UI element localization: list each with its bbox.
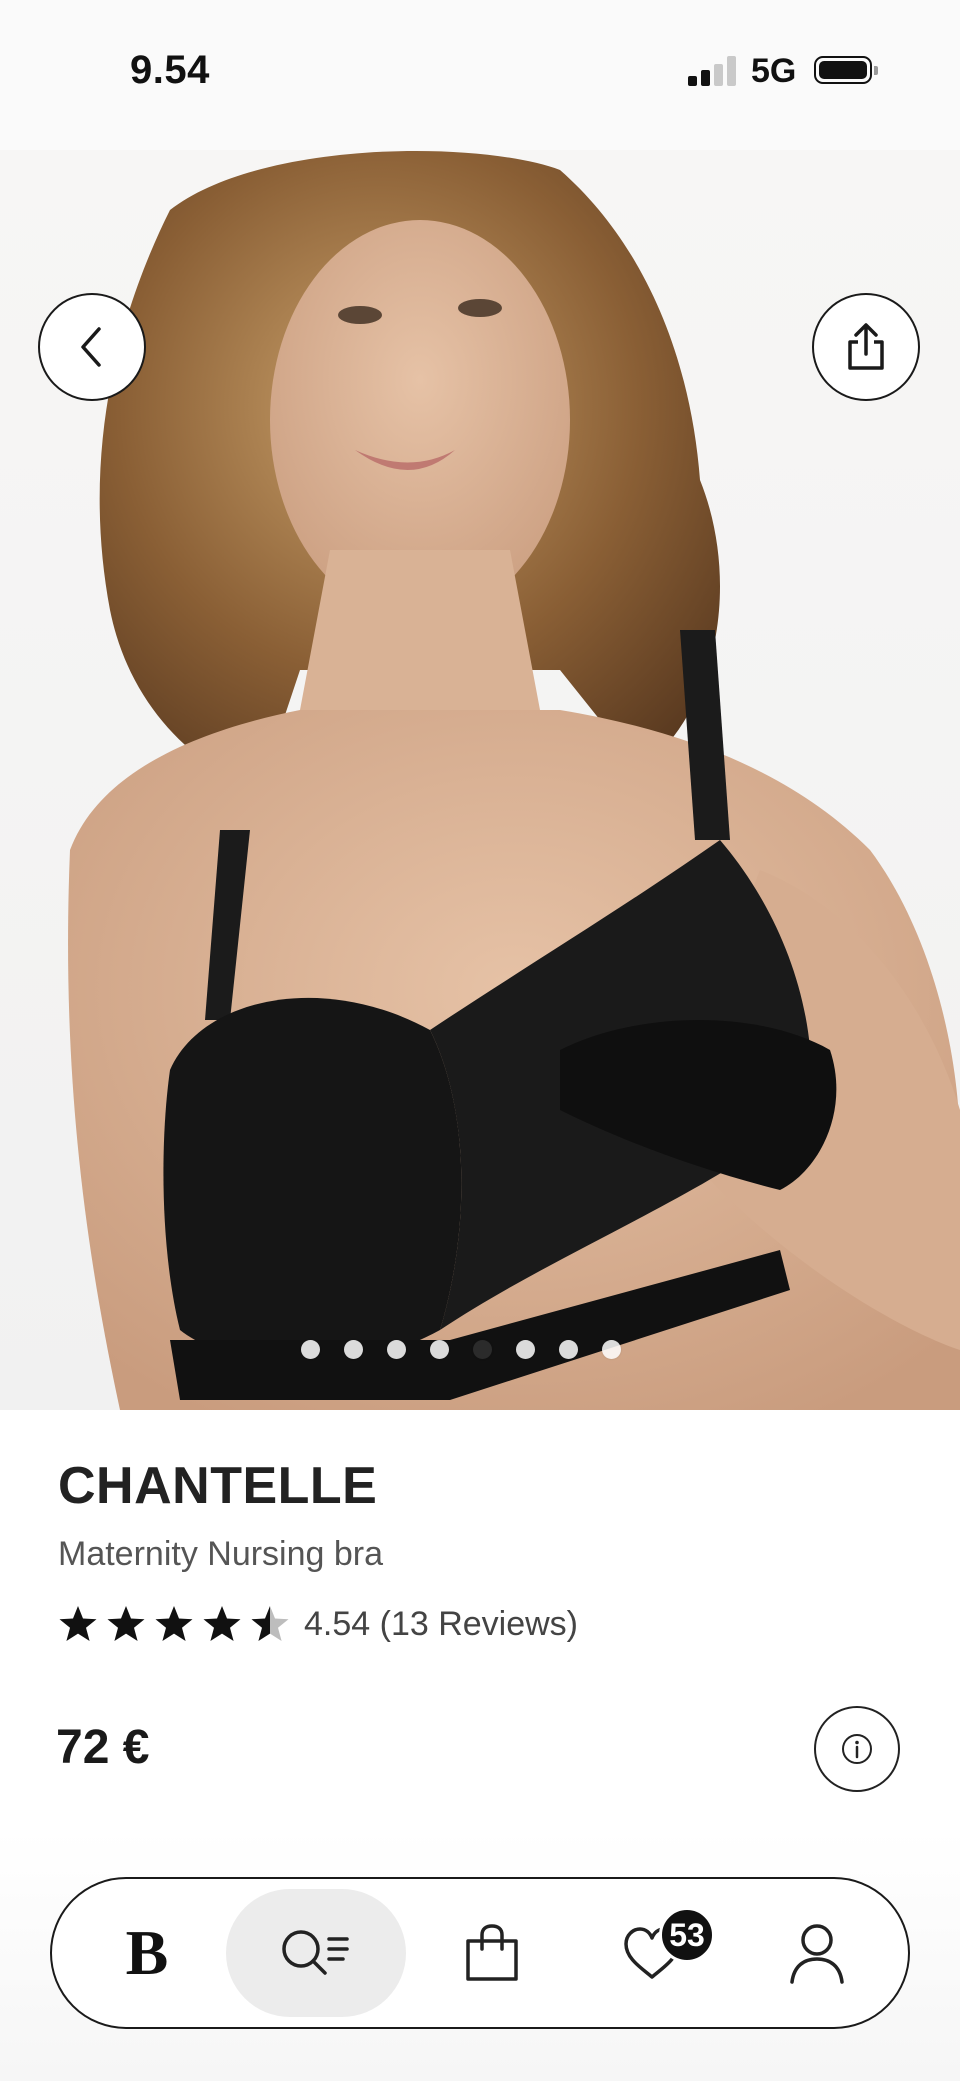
gallery-dot[interactable] xyxy=(559,1340,578,1359)
gallery-dot-active[interactable] xyxy=(473,1340,492,1359)
nav-wishlist-button[interactable]: 53 xyxy=(592,1879,715,2027)
product-image-gallery[interactable] xyxy=(0,150,960,1410)
gallery-dot[interactable] xyxy=(602,1340,621,1359)
info-icon xyxy=(842,1734,872,1764)
gallery-dot[interactable] xyxy=(430,1340,449,1359)
back-chevron-icon xyxy=(81,327,101,367)
star-icon xyxy=(203,1606,241,1641)
bottom-nav: B 53 xyxy=(50,1877,910,2029)
price-info-button[interactable] xyxy=(814,1706,900,1792)
product-name: Maternity Nursing bra xyxy=(58,1535,384,1573)
battery-icon xyxy=(814,56,878,84)
nav-bag-button[interactable] xyxy=(432,1879,552,2027)
nav-home-button[interactable]: B xyxy=(92,1879,202,2027)
product-price: 72 € xyxy=(56,1721,150,1774)
back-button[interactable] xyxy=(38,293,146,401)
gallery-pagination[interactable] xyxy=(0,1340,941,1359)
search-list-icon xyxy=(282,1930,349,1975)
product-brand[interactable]: CHANTELLE xyxy=(58,1456,377,1516)
gallery-dot[interactable] xyxy=(516,1340,535,1359)
status-bar: 9.54 5G xyxy=(0,0,960,150)
star-half-icon xyxy=(251,1606,289,1641)
star-icon xyxy=(107,1606,145,1641)
gallery-dot[interactable] xyxy=(301,1340,320,1359)
signal-icon xyxy=(688,56,736,86)
status-time: 9.54 xyxy=(130,48,210,92)
shopping-bag-icon xyxy=(466,1924,518,1981)
nav-search-button[interactable] xyxy=(226,1879,406,2027)
wishlist-count-badge: 53 xyxy=(659,1907,715,1963)
gallery-dot[interactable] xyxy=(344,1340,363,1359)
share-button[interactable] xyxy=(812,293,920,401)
gallery-dot[interactable] xyxy=(387,1340,406,1359)
network-label: 5G xyxy=(751,52,797,90)
rating-stars xyxy=(58,1604,290,1644)
rating-text[interactable]: 4.54 (13 Reviews) xyxy=(304,1605,578,1644)
star-icon xyxy=(155,1606,193,1641)
star-icon xyxy=(59,1606,97,1641)
user-icon xyxy=(790,1924,844,1984)
nav-account-button[interactable] xyxy=(762,1879,872,2027)
share-icon xyxy=(848,323,884,370)
product-rating[interactable]: 4.54 (13 Reviews) xyxy=(58,1600,578,1648)
